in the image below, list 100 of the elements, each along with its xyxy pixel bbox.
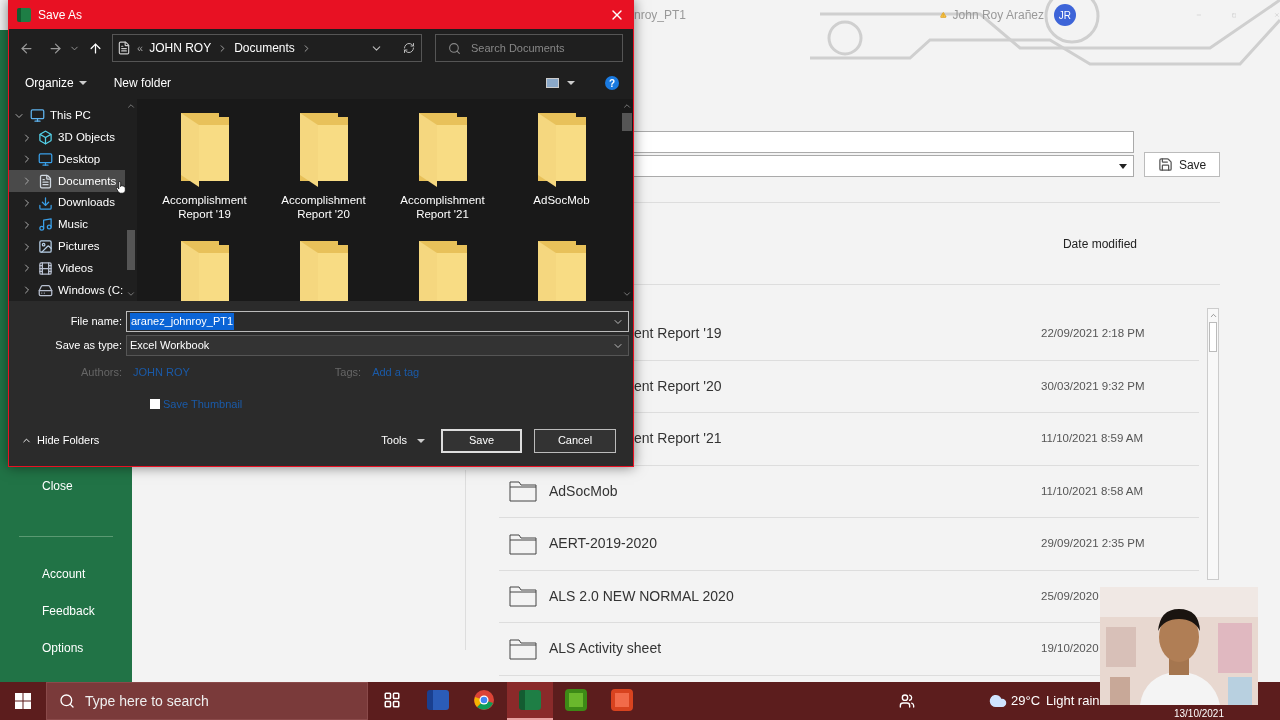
hide-folders-button[interactable]: Hide Folders [21,432,100,449]
checkbox[interactable] [150,399,160,410]
file-name-field[interactable]: aranez_johnroy_PT1 [126,311,629,332]
tree-label: Documents [58,173,117,189]
address-bar[interactable]: « JOHN ROY Documents [112,34,422,62]
folder-name[interactable]: Accomplishment Report '19 [154,193,255,221]
file-date: 19/10/2020 [1041,641,1100,657]
drive-icon [38,282,53,298]
file-name[interactable]: ent Report '21 [634,428,722,450]
overflow-chevrons[interactable]: « [137,39,144,57]
sidebar-item[interactable]: Account [0,562,132,599]
cancel-button[interactable]: Cancel [534,428,617,453]
tree-item[interactable]: Desktop [9,148,125,171]
folder-icon [297,239,350,301]
save-type-value: Excel Workbook [130,338,210,354]
recorder-app-icon[interactable] [565,689,587,711]
sidebar-item[interactable]: Close [0,474,132,511]
breadcrumb[interactable]: JOHN ROY [149,39,212,57]
tree-item[interactable]: Music [9,213,125,236]
weather-text[interactable]: Light rain [1046,691,1100,711]
scroll-thumb[interactable] [127,230,135,270]
tree-item[interactable]: This PC [9,105,125,127]
folder-icon [178,239,231,301]
dialog-title: Save As [38,7,83,24]
task-view-icon[interactable] [383,691,401,709]
tree-item[interactable]: Downloads [9,192,125,214]
file-date: 11/10/2021 8:59 AM [1041,431,1145,447]
column-header[interactable]: Date modified [1062,234,1137,253]
save-button[interactable]: Save [1144,152,1220,177]
caret-icon[interactable] [567,81,575,85]
file-name[interactable]: ent Report '20 [634,375,722,397]
taskbar-date[interactable]: 13/10/2021 [1173,708,1224,720]
scrollbar[interactable] [1207,308,1219,580]
dropdown-caret-icon[interactable] [1119,163,1128,169]
field-label: Tags: [334,364,362,380]
scroll-up-icon[interactable] [1208,311,1218,320]
tree-item[interactable]: Documents [9,170,125,193]
save-button[interactable]: Save [441,428,523,453]
user-avatar[interactable]: JR [1054,4,1076,26]
tree-label: This PC [50,108,91,124]
file-name[interactable]: AERT-2019-2020 [549,533,657,555]
field-label: Authors: [80,364,122,380]
file-name-value: aranez_johnroy_PT1 [130,313,235,330]
weather-icon[interactable] [989,692,1007,710]
tree-label: Downloads [58,195,115,211]
up-icon[interactable] [88,40,103,56]
tree-item[interactable]: Videos [9,257,125,280]
word-icon[interactable] [427,690,449,710]
view-icon[interactable] [546,78,559,88]
folder-name[interactable]: Accomplishment Report '20 [273,193,374,221]
user-name: John Roy Arañez [952,7,1044,24]
help-icon[interactable]: ? [605,76,619,90]
new-folder-button[interactable]: New folder [113,74,172,92]
scroll-up-icon[interactable] [126,101,136,111]
editor-app-icon[interactable] [611,689,633,711]
document-icon [117,41,131,55]
file-name[interactable]: ALS Activity sheet [549,638,662,660]
tree-item[interactable]: Pictures [9,235,125,258]
organize-menu[interactable]: Organize [25,74,87,92]
folder-icon [535,239,588,301]
film-icon [38,260,53,276]
spreadsheet-app-icon[interactable] [519,690,541,710]
folder-icon [509,585,537,608]
tree-label: Pictures [58,238,100,254]
scroll-up-icon[interactable] [622,101,632,111]
sidebar-item[interactable]: Feedback [0,599,132,636]
tools-menu[interactable]: Tools [381,432,426,449]
document-icon [38,173,53,189]
sidebar-item[interactable]: Options [0,636,132,673]
refresh-icon[interactable] [403,42,415,54]
tree-label: Music [58,217,89,233]
cube-icon [38,130,53,146]
search-icon [448,41,461,55]
chrome-icon[interactable] [473,689,495,711]
scroll-down-icon[interactable] [126,289,136,299]
temperature[interactable]: 29°C [1011,691,1041,711]
folder-icon [535,111,588,187]
tree-label: Videos [58,260,93,276]
file-name[interactable]: ALS 2.0 NEW NORMAL 2020 [549,585,734,607]
tree-item[interactable]: 3D Objects [9,126,125,149]
search-field[interactable]: Search Documents [435,34,623,62]
folder-name[interactable]: AdSocMob [511,193,612,207]
folder-name[interactable]: Accomplishment Report '21 [392,193,493,221]
tree-item[interactable]: Windows (C: [9,279,125,301]
scroll-thumb[interactable] [622,113,632,131]
hand-cursor-icon [116,181,126,194]
file-name[interactable]: ent Report '19 [634,323,722,345]
file-name[interactable]: AdSocMob [549,480,618,502]
breadcrumb[interactable]: Documents [234,39,295,57]
people-icon[interactable] [899,693,915,709]
file-date: 11/10/2021 8:58 AM [1041,483,1145,499]
scroll-down-icon[interactable] [622,289,632,299]
window-title: nroy_PT1 [634,7,687,24]
back-icon[interactable] [19,40,34,56]
forward-icon[interactable] [48,40,63,56]
save-type-dropdown[interactable]: Excel Workbook [126,335,629,356]
folder-icon [509,532,537,555]
scroll-thumb[interactable] [1209,322,1217,352]
taskbar-search-field[interactable]: Type here to search [46,682,368,720]
tree-label: 3D Objects [58,130,115,146]
